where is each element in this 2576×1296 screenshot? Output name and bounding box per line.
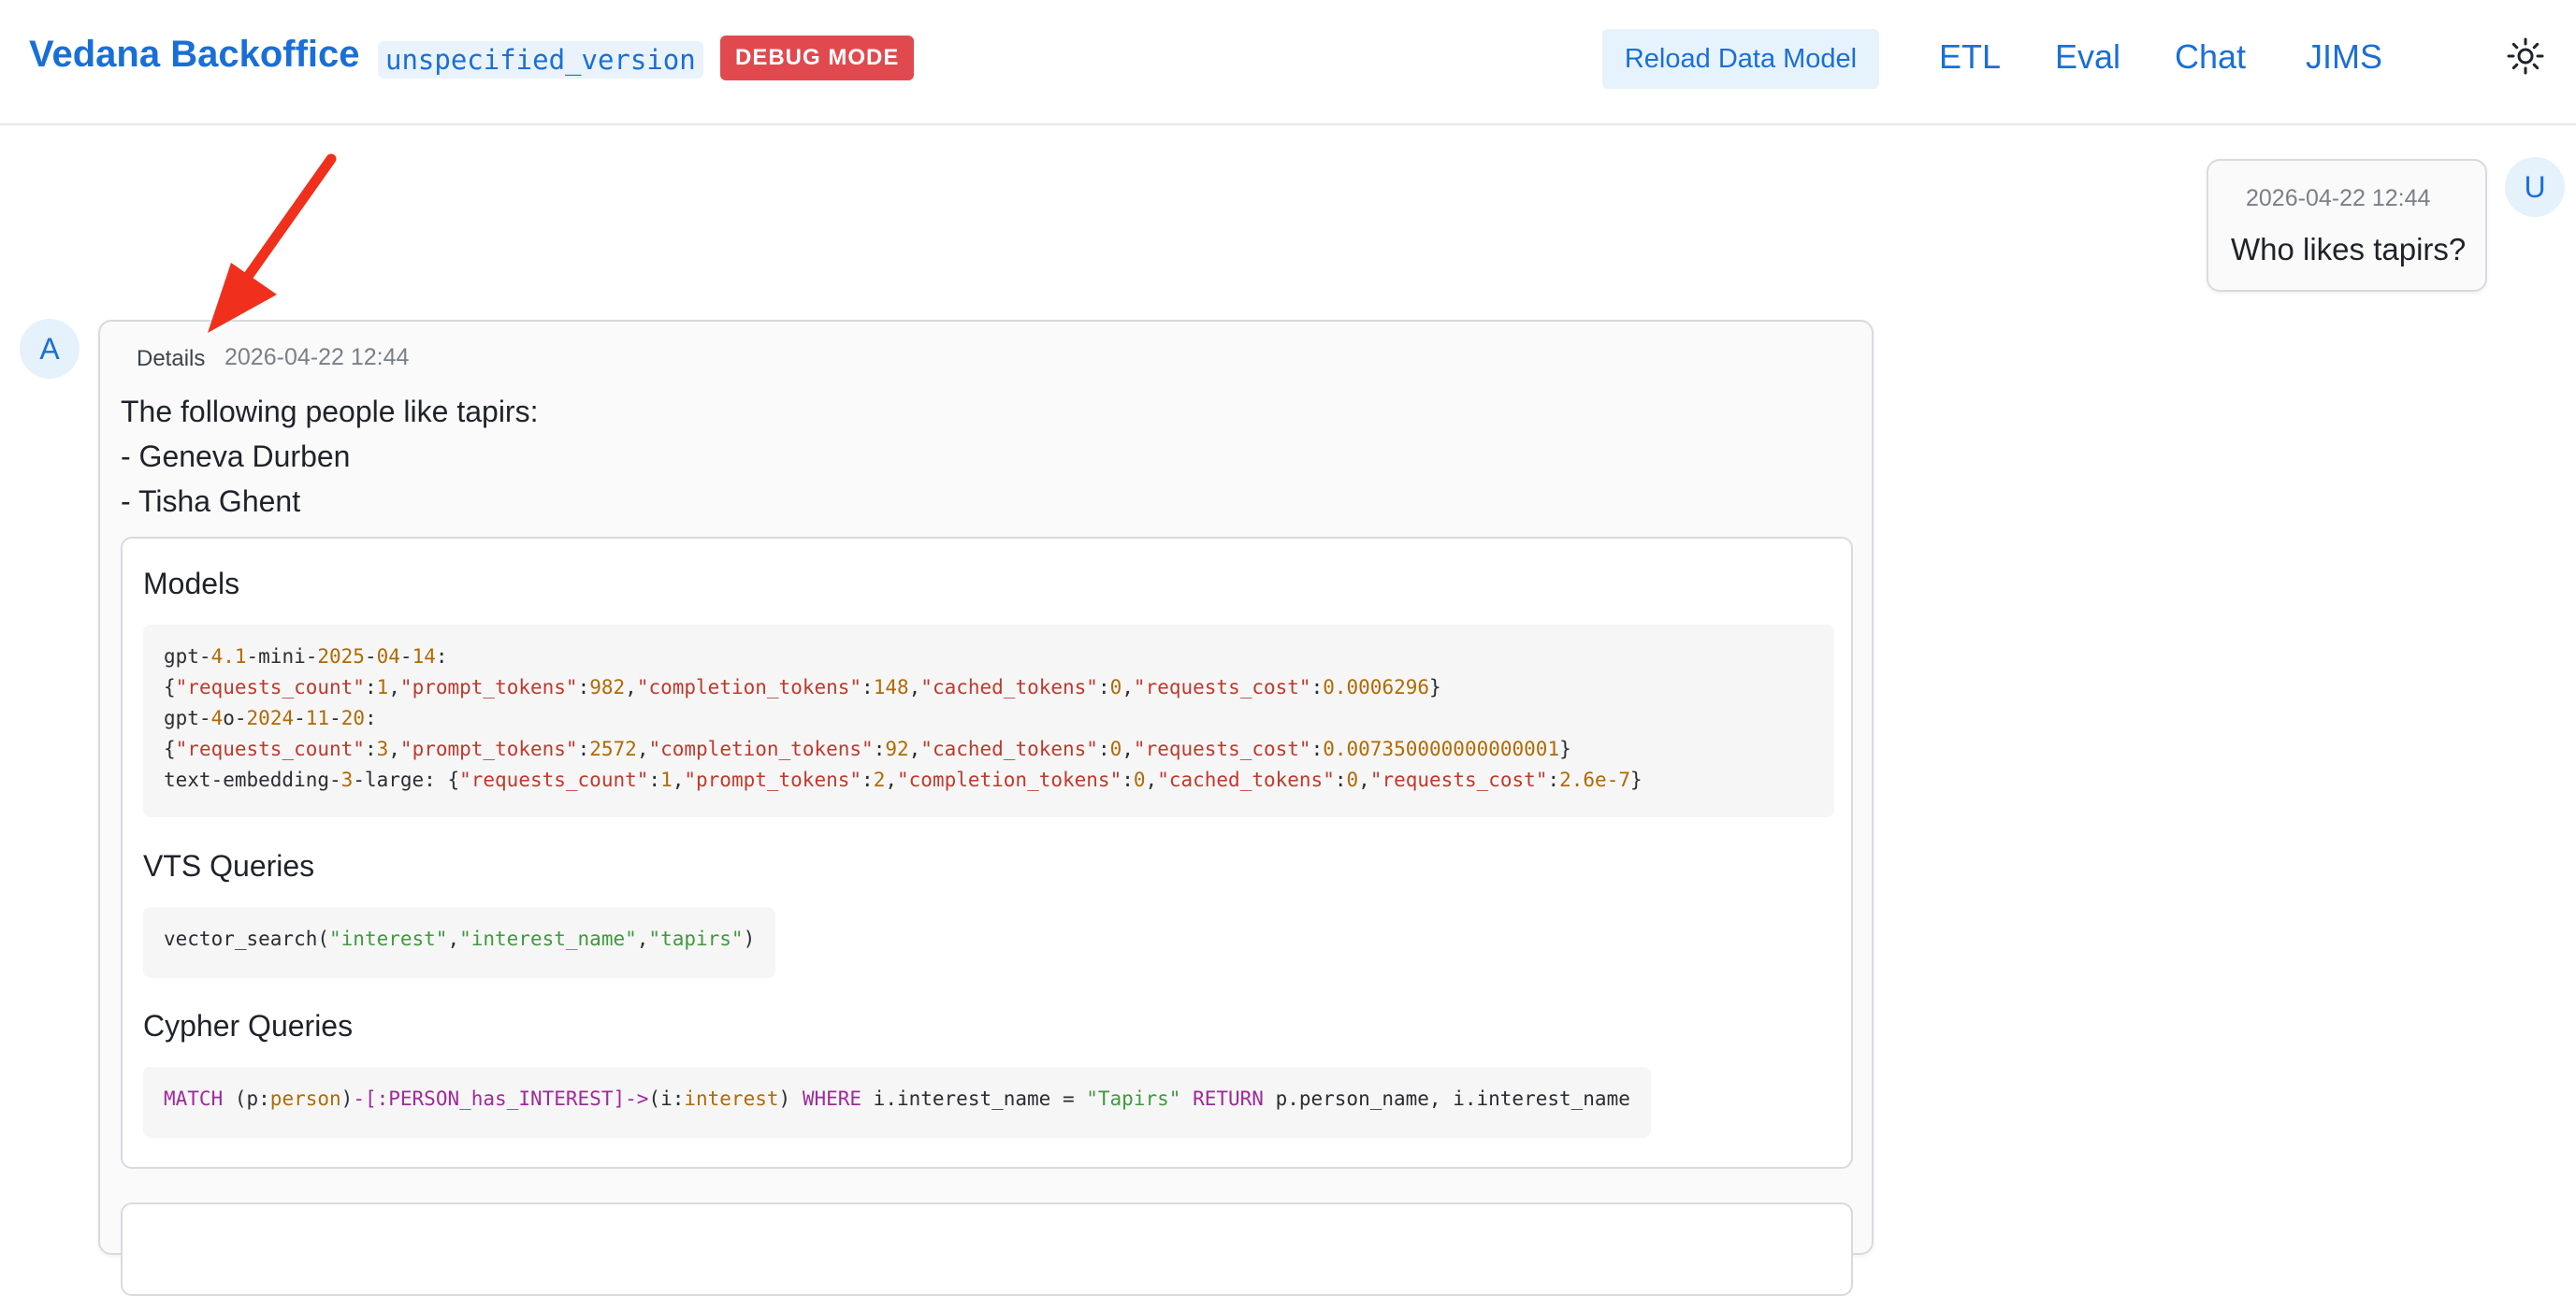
top-header: Vedana Backoffice unspecified_version DE… [0,0,2576,125]
version-badge: unspecified_version [378,41,703,79]
details-toggle[interactable]: Details [137,346,205,372]
sun-icon[interactable] [2507,37,2544,75]
cypher-section-title: Cypher Queries [143,1009,354,1043]
nav-link-eval[interactable]: Eval [2055,37,2120,77]
assistant-message-timestamp: 2026-04-22 12:44 [224,344,410,370]
nav-link-jims[interactable]: JIMS [2306,37,2382,77]
user-avatar: U [2505,157,2565,217]
user-message-text: Who likes tapirs? [2231,232,2467,266]
user-message-timestamp: 2026-04-22 12:44 [2246,185,2431,211]
nav-link-etl[interactable]: ETL [1939,37,2001,77]
cypher-query-code-block: MATCH (p:person)-[:PERSON_has_INTEREST]-… [143,1067,1651,1138]
debug-mode-badge: DEBUG MODE [720,36,915,80]
details-panel-secondary [121,1202,1853,1296]
vts-query-code-block: vector_search("interest","interest_name"… [143,907,776,978]
answer-line: - Tisha Ghent [121,484,301,518]
assistant-message-bubble: Details 2026-04-22 12:44 The following p… [98,320,1874,1296]
answer-line: - Geneva Durben [121,439,351,473]
details-panel: Models gpt-4.1-mini-2025-04-14: {"reques… [121,537,1853,1169]
nav-link-chat[interactable]: Chat [2175,37,2246,77]
models-section-title: Models [143,567,240,600]
models-code-block: gpt-4.1-mini-2025-04-14: {"requests_coun… [143,625,1834,817]
brand-title[interactable]: Vedana Backoffice [29,34,360,76]
assistant-avatar: A [20,319,80,379]
vts-section-title: VTS Queries [143,849,315,883]
user-message-bubble: 2026-04-22 12:44 Who likes tapirs? [2207,159,2487,292]
assistant-answer: The following people like tapirs: - Gene… [121,389,538,524]
reload-data-model-button[interactable]: Reload Data Model [1602,29,1879,89]
answer-line: The following people like tapirs: [121,395,539,428]
